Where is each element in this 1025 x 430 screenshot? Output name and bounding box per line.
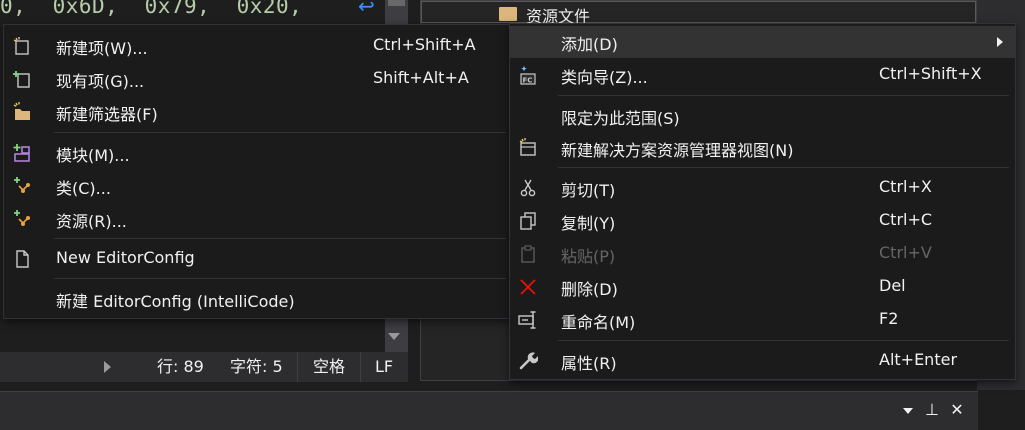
menu-item-shortcut: Ctrl+Shift+X [879,64,982,83]
menu-item-copy[interactable]: 复制(Y) Ctrl+C [510,205,1015,237]
tool-window-header: ⊥ ✕ [0,391,978,430]
menu-item-new-filter[interactable]: 新建筛选器(F) [4,96,512,128]
add-submenu: 新建项(W)... Ctrl+Shift+A 现有项(G)... Shift+A… [3,24,513,319]
svg-text:FC: FC [523,77,533,85]
menu-item-label: 新建解决方案资源管理器视图(N) [561,141,794,160]
context-menu: 添加(D) FC 类向导(Z)... Ctrl+Shift+X 限定为此范围(S… [509,23,1016,380]
existing-item-icon [13,71,30,88]
menu-item-shortcut: Shift+Alt+A [373,68,469,87]
class-icon [14,177,30,193]
menu-item-add[interactable]: 添加(D) [510,26,1015,58]
chevron-right-icon [997,37,1003,47]
menu-separator [54,132,506,133]
delete-icon [520,279,536,295]
menu-item-resource[interactable]: 资源(R)... [4,203,512,235]
code-line: 0, 0x6D, 0x79, 0x20, [0,0,303,18]
new-filter-icon [13,102,30,120]
menu-item-scope-to-this[interactable]: 限定为此范围(S) [510,100,1015,132]
menu-item-label: New EditorConfig [56,248,195,267]
class-wizard-icon: FC [520,66,536,85]
menu-item-shortcut: Ctrl+V [879,243,932,262]
menu-item-properties[interactable]: 属性(R) Alt+Enter [510,345,1015,377]
resource-icon [14,210,30,226]
wrench-icon [519,352,538,370]
menu-item-shortcut: Del [879,276,906,295]
menu-item-label: 类向导(Z)... [561,68,648,87]
menu-item-label: 新建项(W)... [56,39,148,58]
menu-item-label: 添加(D) [561,35,618,54]
menu-item-label: 属性(R) [561,354,617,373]
scrollbar-thumb[interactable] [388,0,405,6]
menu-item-delete[interactable]: 删除(D) Del [510,271,1015,303]
new-item-icon [13,37,29,55]
line-indicator[interactable]: 行: 89 [157,352,204,382]
editor-status-bar: 行: 89 字符: 5 空格 LF [0,352,408,382]
menu-item-label: 重命名(M) [561,313,636,332]
menu-separator [558,95,1009,96]
menu-item-label: 类(C)... [56,179,111,198]
menu-separator [558,167,1009,168]
chevron-down-icon [903,407,913,414]
scissors-icon [520,179,536,197]
menu-item-label: 复制(Y) [561,214,616,233]
menu-item-class[interactable]: 类(C)... [4,170,512,202]
menu-item-rename[interactable]: 重命名(M) F2 [510,304,1015,336]
menu-item-label: 剪切(T) [561,181,616,200]
menu-item-label: 新建 EditorConfig (IntelliCode) [56,292,295,311]
menu-item-shortcut: Alt+Enter [879,350,958,369]
close-icon[interactable]: ✕ [946,397,968,423]
menu-item-shortcut: F2 [879,309,899,328]
menu-item-paste[interactable]: 粘贴(P) Ctrl+V [510,238,1015,270]
menu-separator [54,238,506,239]
folder-icon [499,7,517,21]
menu-item-new-editorconfig[interactable]: New EditorConfig [4,243,512,275]
menu-item-label: 新建筛选器(F) [56,105,158,124]
rename-icon [518,311,536,329]
file-icon [16,250,29,268]
menu-item-label: 模块(M)... [56,146,130,165]
menu-item-new-solution-view[interactable]: 新建解决方案资源管理器视图(N) [510,132,1015,164]
scroll-right-icon[interactable] [104,361,111,373]
explorer-selected-item[interactable]: 资源文件 [421,1,976,26]
menu-separator [54,278,506,279]
menu-item-label: 限定为此范围(S) [561,109,680,128]
menu-item-class-wizard[interactable]: FC 类向导(Z)... Ctrl+Shift+X [510,59,1015,91]
module-icon [13,144,30,162]
pin-icon[interactable]: ⊥ [921,397,943,423]
menu-item-shortcut: Ctrl+X [879,177,932,196]
window-position-dropdown[interactable] [897,397,919,423]
char-indicator[interactable]: 字符: 5 [230,352,283,382]
menu-item-new-editorconfig-intellicode[interactable]: 新建 EditorConfig (IntelliCode) [4,283,512,315]
new-view-icon [519,138,536,156]
menu-item-label: 删除(D) [561,280,618,299]
paste-icon [521,245,535,263]
copy-icon [520,212,536,230]
menu-item-existing-item[interactable]: 现有项(G)... Shift+Alt+A [4,63,512,95]
menu-item-label: 粘贴(P) [561,247,616,266]
menu-item-new-item[interactable]: 新建项(W)... Ctrl+Shift+A [4,30,512,62]
scroll-down-icon[interactable] [388,333,400,340]
line-ending[interactable]: LF [360,352,408,382]
menu-item-module[interactable]: 模块(M)... [4,137,512,169]
menu-item-label: 现有项(G)... [56,72,145,91]
indent-mode[interactable]: 空格 [297,352,361,382]
menu-item-label: 资源(R)... [56,212,127,231]
word-wrap-icon: ↩ [358,0,375,18]
menu-item-cut[interactable]: 剪切(T) Ctrl+X [510,172,1015,204]
menu-separator [558,340,1009,341]
menu-item-shortcut: Ctrl+C [879,210,933,229]
menu-item-shortcut: Ctrl+Shift+A [373,35,476,54]
